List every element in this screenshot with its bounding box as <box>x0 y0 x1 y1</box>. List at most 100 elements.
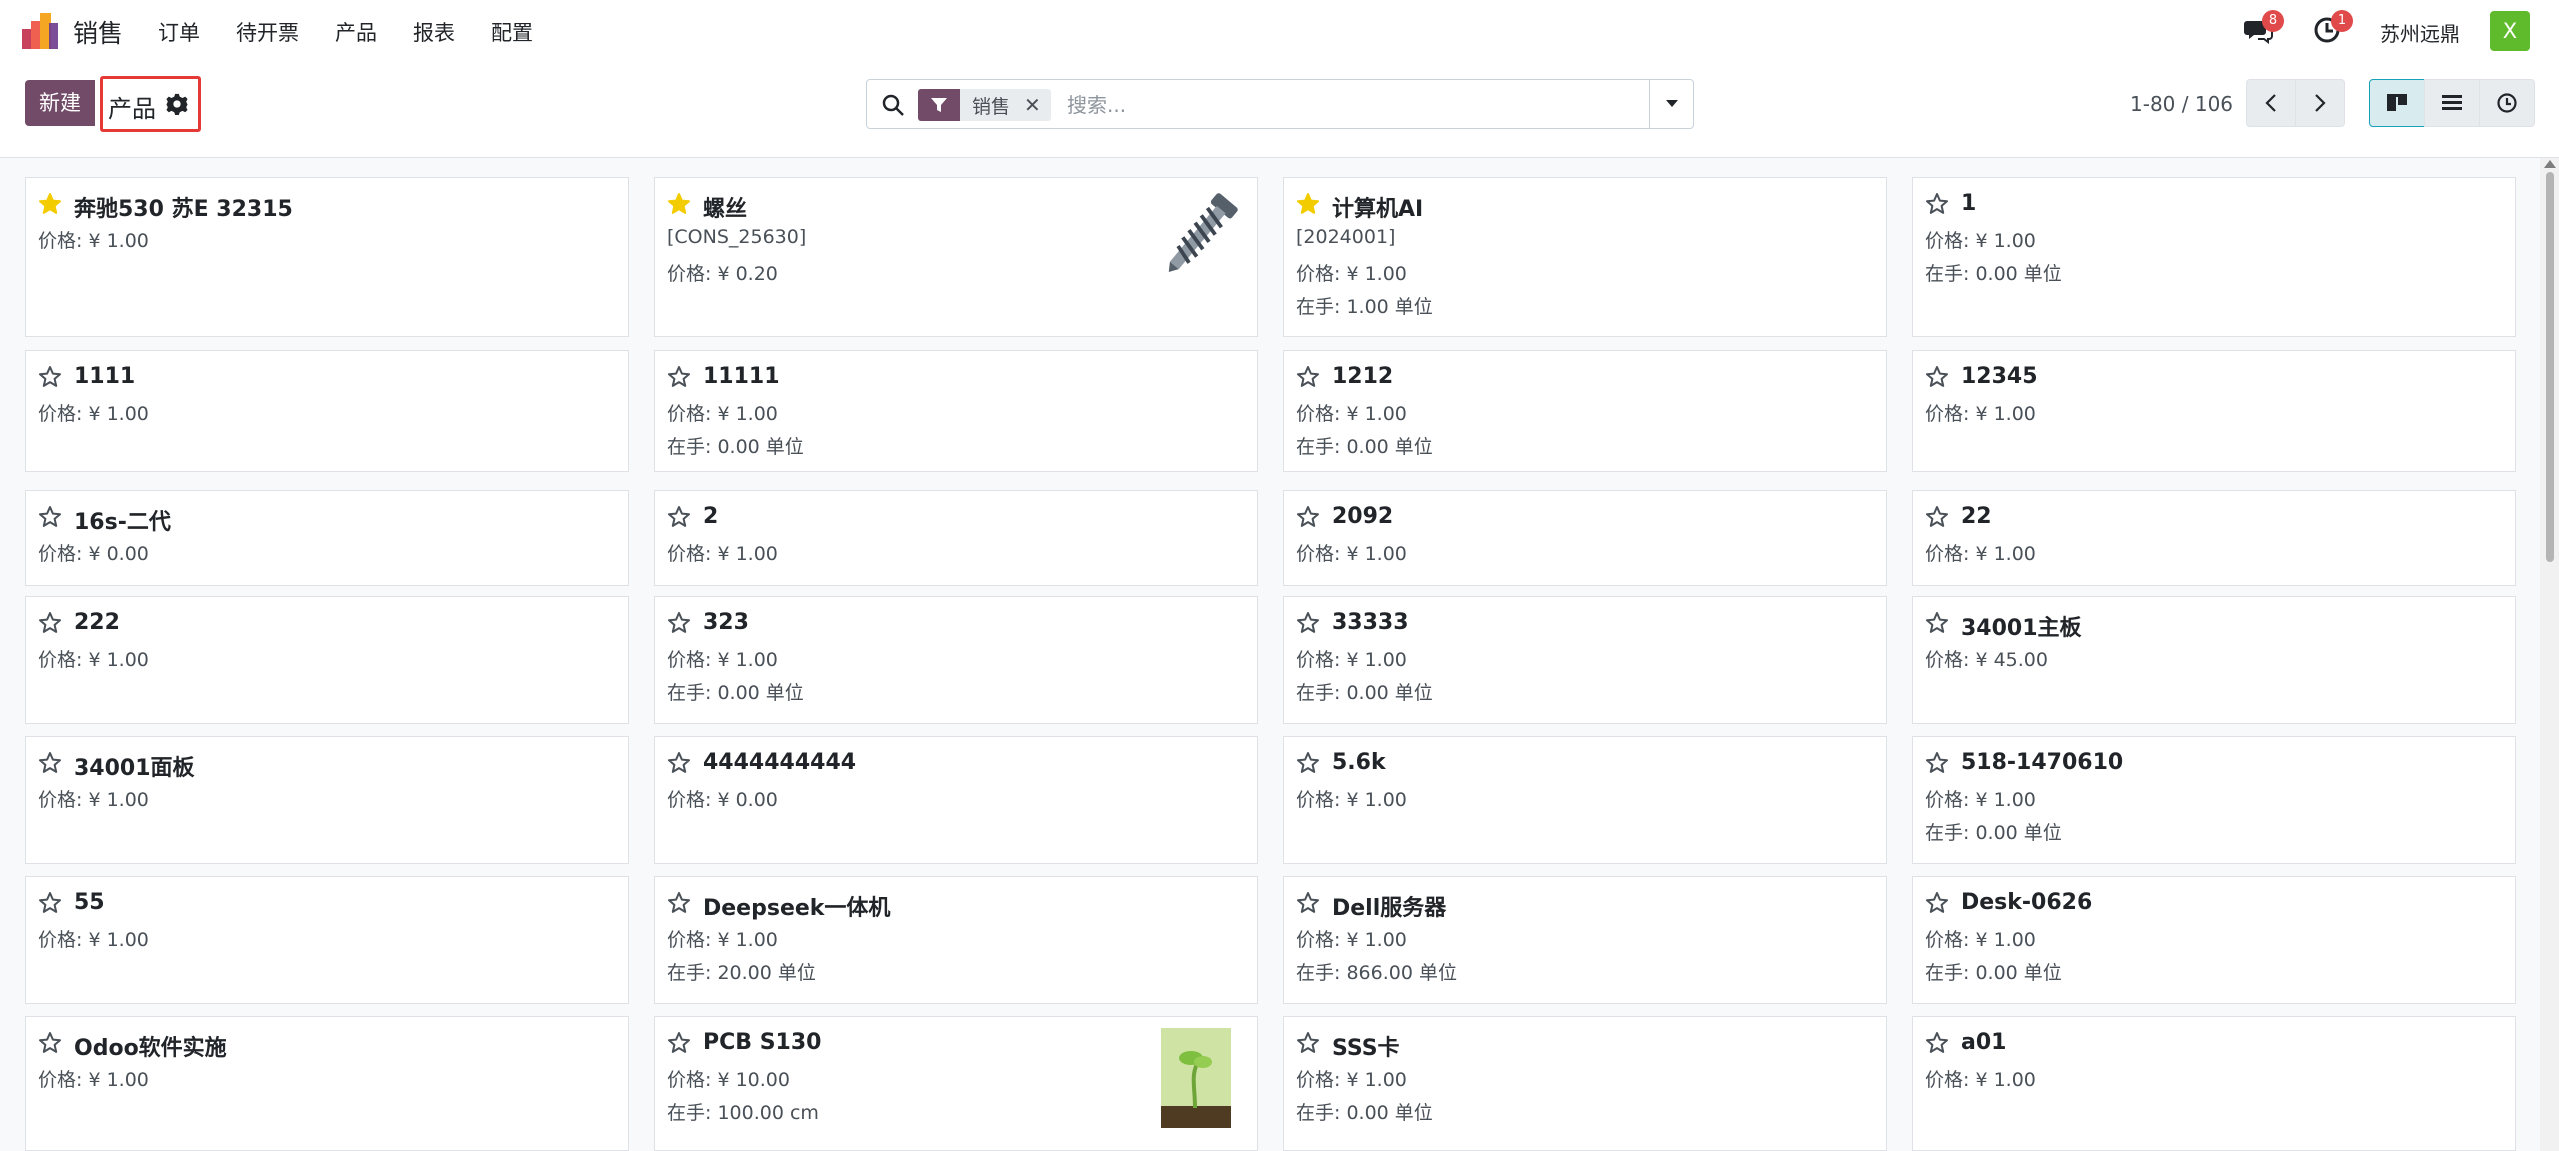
product-card[interactable]: 计算机AI [2024001] 价格: ¥ 1.00 在手: 1.00 单位 <box>1283 177 1887 337</box>
product-price: 价格: ¥ 1.00 <box>1925 929 2036 951</box>
product-on-hand: 在手: 0.00 单位 <box>1925 822 2062 844</box>
menu-orders[interactable]: 订单 <box>158 17 200 47</box>
star-outline-icon[interactable] <box>38 751 62 775</box>
product-card[interactable]: 22 价格: ¥ 1.00 <box>1912 490 2516 586</box>
star-outline-icon[interactable] <box>1925 192 1949 216</box>
star-outline-icon[interactable] <box>1296 365 1320 389</box>
product-card[interactable]: 2092 价格: ¥ 1.00 <box>1283 490 1887 586</box>
star-outline-icon[interactable] <box>1925 891 1949 915</box>
facet-remove-icon[interactable]: ✕ <box>1024 93 1051 117</box>
product-on-hand: 在手: 0.00 单位 <box>1296 1102 1433 1124</box>
product-card[interactable]: Deepseek一体机 价格: ¥ 1.00 在手: 20.00 单位 <box>654 876 1258 1004</box>
product-card[interactable]: 34001面板价格: ¥ 1.00 <box>25 736 629 864</box>
star-outline-icon[interactable] <box>667 505 691 529</box>
product-card[interactable]: 1 价格: ¥ 1.00 在手: 0.00 单位 <box>1912 177 2516 337</box>
new-button[interactable]: 新建 <box>25 80 95 126</box>
star-outline-icon[interactable] <box>1925 365 1949 389</box>
product-price: 价格: ¥ 1.00 <box>1925 543 2036 565</box>
kanban-view-button[interactable] <box>2369 79 2425 127</box>
star-filled-icon[interactable] <box>1296 192 1320 216</box>
scroll-thumb[interactable] <box>2546 172 2554 562</box>
product-on-hand: 在手: 0.00 单位 <box>1296 436 1433 458</box>
star-filled-icon[interactable] <box>38 192 62 216</box>
product-card[interactable]: Desk-0626 价格: ¥ 1.00 在手: 0.00 单位 <box>1912 876 2516 1004</box>
product-price: 价格: ¥ 1.00 <box>1925 230 2036 252</box>
product-card[interactable]: 518-1470610 价格: ¥ 1.00 在手: 0.00 单位 <box>1912 736 2516 864</box>
star-outline-icon[interactable] <box>38 365 62 389</box>
star-outline-icon[interactable] <box>1925 505 1949 529</box>
menu-configuration[interactable]: 配置 <box>491 17 533 47</box>
star-outline-icon[interactable] <box>38 1031 62 1055</box>
product-card[interactable]: PCB S130 价格: ¥ 10.00 在手: 100.00 cm <box>654 1016 1258 1151</box>
star-outline-icon[interactable] <box>1296 891 1320 915</box>
menu-to-invoice[interactable]: 待开票 <box>236 17 299 47</box>
company-switcher[interactable]: 苏州远鼎 <box>2380 18 2460 47</box>
search-input[interactable] <box>1067 89 1507 121</box>
product-card[interactable]: a01 价格: ¥ 1.00 <box>1912 1016 2516 1151</box>
star-outline-icon[interactable] <box>1925 751 1949 775</box>
menu-products[interactable]: 产品 <box>335 17 377 47</box>
pager-previous-button[interactable] <box>2246 79 2296 127</box>
star-outline-icon[interactable] <box>1296 611 1320 635</box>
product-card[interactable]: 螺丝 [CONS_25630] 价格: ¥ 0.20 <box>654 177 1258 337</box>
product-card[interactable]: SSS卡 价格: ¥ 1.00 在手: 0.00 单位 <box>1283 1016 1887 1151</box>
product-card[interactable]: 1212 价格: ¥ 1.00 在手: 0.00 单位 <box>1283 350 1887 472</box>
product-name: 螺丝 <box>703 197 748 222</box>
star-outline-icon[interactable] <box>667 751 691 775</box>
star-outline-icon[interactable] <box>667 891 691 915</box>
product-card[interactable]: 323 价格: ¥ 1.00 在手: 0.00 单位 <box>654 596 1258 724</box>
menu-reporting[interactable]: 报表 <box>413 17 455 47</box>
product-name: 34001面板 <box>74 756 195 781</box>
product-card[interactable]: Dell服务器 价格: ¥ 1.00 在手: 866.00 单位 <box>1283 876 1887 1004</box>
star-outline-icon[interactable] <box>667 1031 691 1055</box>
star-outline-icon[interactable] <box>1296 505 1320 529</box>
star-outline-icon[interactable] <box>667 611 691 635</box>
product-name: 222 <box>74 610 120 635</box>
product-price: 价格: ¥ 1.00 <box>38 789 149 811</box>
sales-app-icon[interactable] <box>22 13 60 49</box>
list-view-button[interactable] <box>2424 79 2480 127</box>
star-outline-icon[interactable] <box>38 505 62 529</box>
product-card[interactable]: 16s-二代 价格: ¥ 0.00 <box>25 490 629 586</box>
search-icon[interactable] <box>881 93 905 117</box>
star-outline-icon[interactable] <box>38 611 62 635</box>
product-on-hand: 在手: 0.00 单位 <box>667 682 804 704</box>
pager-next-button[interactable] <box>2295 79 2345 127</box>
chevron-left-icon <box>2265 94 2276 112</box>
product-on-hand: 在手: 0.00 单位 <box>1296 682 1433 704</box>
star-outline-icon[interactable] <box>1296 1031 1320 1055</box>
product-price: 价格: ¥ 45.00 <box>1925 649 2048 671</box>
star-filled-icon[interactable] <box>667 192 691 216</box>
product-reference: [2024001] <box>1296 226 1396 248</box>
chevron-right-icon <box>2315 94 2326 112</box>
star-outline-icon[interactable] <box>38 891 62 915</box>
product-card[interactable]: 1111 价格: ¥ 1.00 <box>25 350 629 472</box>
product-card[interactable]: 222 价格: ¥ 1.00 <box>25 596 629 724</box>
product-price: 价格: ¥ 10.00 <box>667 1069 790 1091</box>
star-outline-icon[interactable] <box>1296 751 1320 775</box>
product-card[interactable]: 34001主板 价格: ¥ 45.00 <box>1912 596 2516 724</box>
star-outline-icon[interactable] <box>1925 1031 1949 1055</box>
activity-view-button[interactable] <box>2479 79 2535 127</box>
product-card[interactable]: 奔驰530 苏E 32315 价格: ¥ 1.00 <box>25 177 629 337</box>
product-name: 518-1470610 <box>1961 750 2124 775</box>
product-price: 价格: ¥ 1.00 <box>38 929 149 951</box>
scrollbar[interactable] <box>2540 158 2559 1151</box>
star-outline-icon[interactable] <box>667 365 691 389</box>
scroll-up-arrow[interactable] <box>2544 160 2556 168</box>
product-card[interactable]: 11111 价格: ¥ 1.00 在手: 0.00 单位 <box>654 350 1258 472</box>
star-outline-icon[interactable] <box>1925 611 1949 635</box>
product-card[interactable]: 12345 价格: ¥ 1.00 <box>1912 350 2516 472</box>
product-card[interactable]: 33333 价格: ¥ 1.00 在手: 0.00 单位 <box>1283 596 1887 724</box>
gear-icon[interactable] <box>166 93 188 115</box>
product-card[interactable]: 2 价格: ¥ 1.00 <box>654 490 1258 586</box>
product-card[interactable]: Odoo软件实施 价格: ¥ 1.00 <box>25 1016 629 1151</box>
product-card[interactable]: 55 价格: ¥ 1.00 <box>25 876 629 1004</box>
product-card[interactable]: 5.6k 价格: ¥ 1.00 <box>1283 736 1887 864</box>
app-name[interactable]: 销售 <box>73 14 123 50</box>
product-card[interactable]: 4444444444 价格: ¥ 0.00 <box>654 736 1258 864</box>
product-on-hand: 在手: 20.00 单位 <box>667 962 816 984</box>
search-options-toggle[interactable] <box>1649 80 1693 128</box>
pager-value[interactable]: 1-80 / 106 <box>2130 92 2233 116</box>
user-avatar[interactable]: X <box>2490 11 2530 51</box>
